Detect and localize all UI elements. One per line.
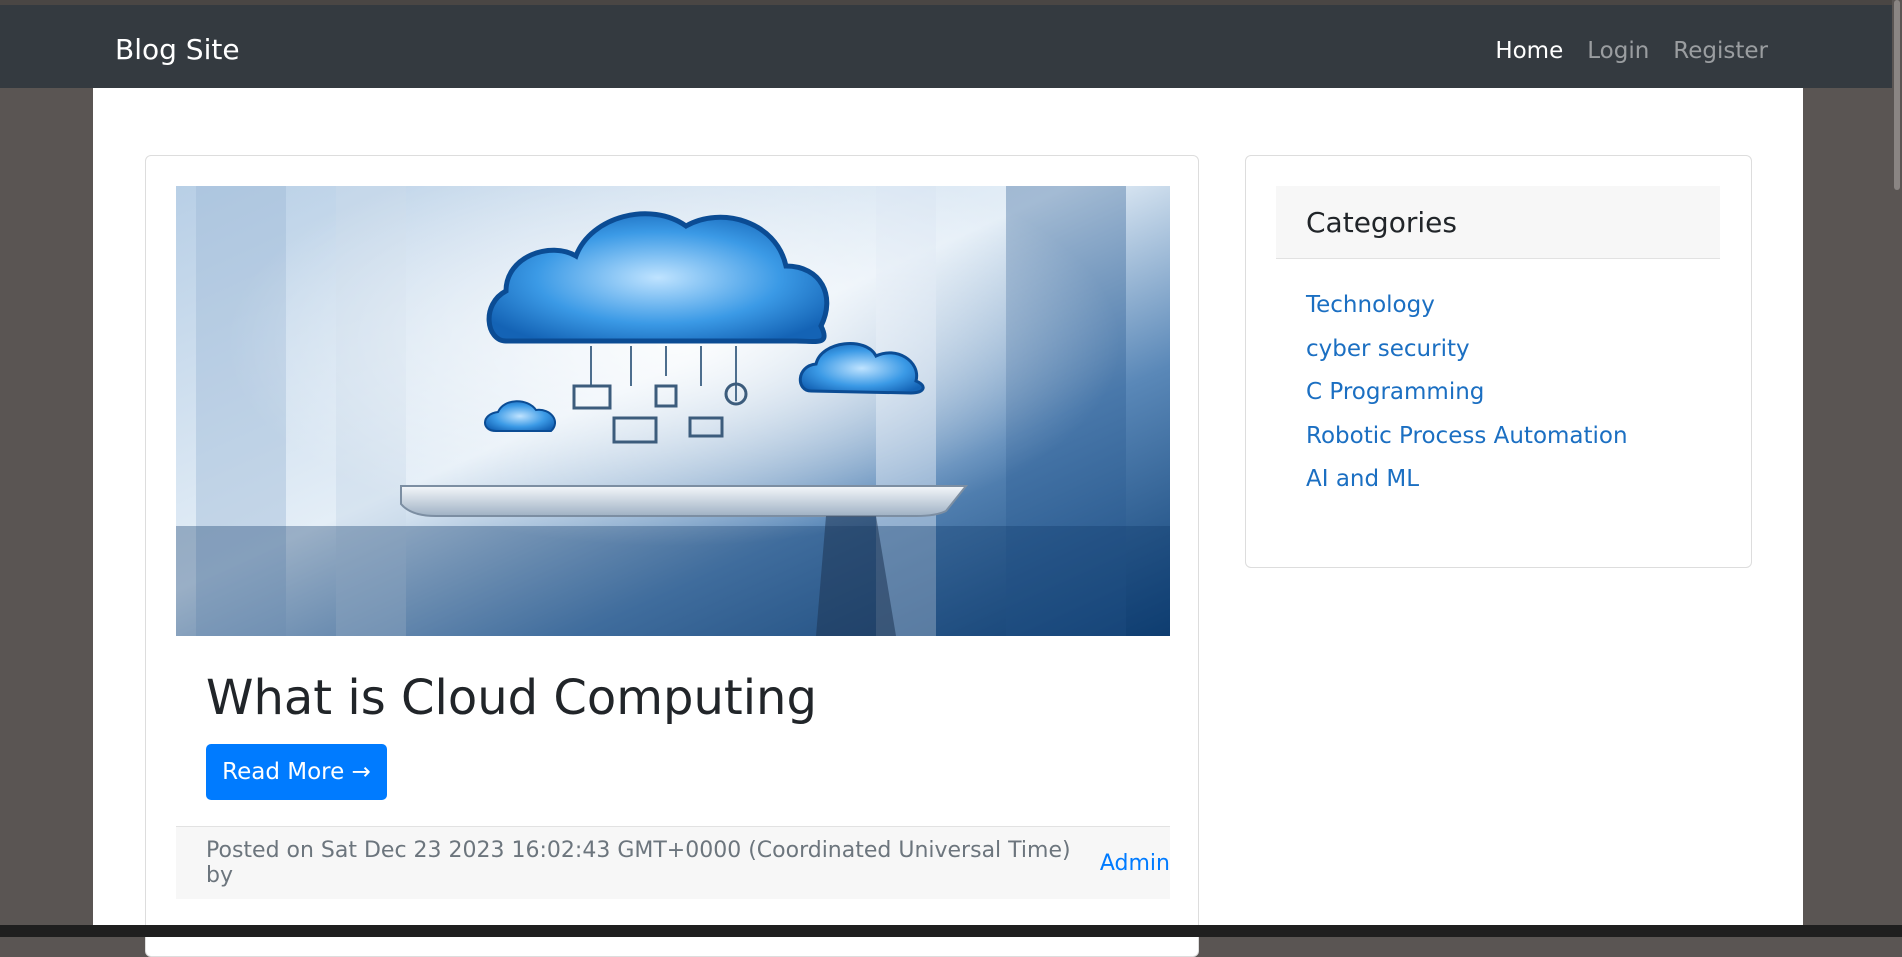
post-image[interactable]	[176, 186, 1170, 636]
list-item: C Programming	[1306, 376, 1628, 420]
list-item: AI and ML	[1306, 463, 1628, 507]
category-link-ai-ml[interactable]: AI and ML	[1306, 466, 1419, 492]
read-more-button[interactable]: Read More →	[206, 744, 387, 800]
scrollbar-thumb[interactable]	[1894, 0, 1900, 190]
categories-card: Categories Technology cyber security C P…	[1245, 155, 1752, 568]
post-title: What is Cloud Computing	[206, 670, 817, 726]
nav-register-link[interactable]: Register	[1673, 36, 1768, 66]
main-container: What is Cloud Computing Read More → Post…	[93, 88, 1803, 957]
list-item: Robotic Process Automation	[1306, 420, 1628, 464]
cloud-computing-illustration	[176, 186, 1170, 636]
taskbar-edge	[0, 925, 1902, 937]
brand-link[interactable]: Blog Site	[115, 33, 240, 67]
nav-login-link[interactable]: Login	[1587, 36, 1649, 66]
category-list: Technology cyber security C Programming …	[1306, 289, 1628, 507]
page-scrollbar[interactable]	[1892, 0, 1902, 937]
list-item: Technology	[1306, 289, 1628, 333]
posted-on-text: Posted on Sat Dec 23 2023 16:02:43 GMT+0…	[206, 838, 1071, 888]
category-link-c-programming[interactable]: C Programming	[1306, 379, 1484, 405]
nav-home-link[interactable]: Home	[1495, 36, 1563, 66]
nav-links: Home Login Register	[1495, 36, 1768, 66]
post-card: What is Cloud Computing Read More → Post…	[145, 155, 1199, 957]
categories-heading: Categories	[1276, 186, 1720, 259]
author-link[interactable]: Admin	[1100, 851, 1170, 876]
navbar: Blog Site Home Login Register	[0, 5, 1902, 88]
list-item: cyber security	[1306, 333, 1628, 377]
category-link-cyber-security[interactable]: cyber security	[1306, 336, 1470, 362]
category-link-rpa[interactable]: Robotic Process Automation	[1306, 423, 1628, 449]
post-footer: Posted on Sat Dec 23 2023 16:02:43 GMT+0…	[176, 826, 1170, 899]
category-link-technology[interactable]: Technology	[1306, 292, 1435, 318]
